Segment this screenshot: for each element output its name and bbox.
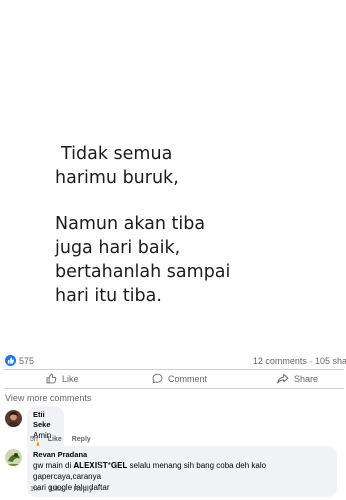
comment-meta: 5h Like Reply (30, 436, 99, 443)
post-actions: Like Comment Share (0, 370, 346, 388)
share-count[interactable]: 105 shar (315, 356, 346, 366)
comment-time: 5h (30, 436, 38, 443)
comment-time: 1m (30, 486, 40, 493)
quote-line: Namun akan tiba (55, 214, 206, 234)
comment-author[interactable]: Revan Pradana (33, 450, 331, 460)
comment-reply-link[interactable]: Reply (72, 436, 91, 443)
comment-author[interactable]: Etii Seke (33, 410, 58, 430)
comment-bubble-icon (152, 373, 163, 384)
quote-line: Tidak semua (61, 144, 173, 164)
stats-separator: · (309, 356, 313, 366)
quote-line: juga hari baik, (55, 238, 181, 258)
avatar[interactable] (5, 449, 22, 466)
comment-count[interactable]: 12 comments (253, 356, 307, 366)
comment-meta: 1m Like Reply (30, 486, 101, 493)
comment-button[interactable]: Comment (152, 373, 207, 384)
share-arrow-icon (277, 373, 289, 384)
comment-like-link[interactable]: Like (50, 486, 64, 493)
comment-reply-link[interactable]: Reply (74, 486, 93, 493)
like-reaction-icon[interactable] (5, 355, 16, 366)
quote-line: hari itu tiba. (55, 286, 162, 306)
share-label: Share (294, 373, 319, 384)
post-quote: Tidak semua harimu buruk, Namun akan tib… (55, 142, 230, 308)
reaction-stats: 575 12 comments · 105 shar (0, 352, 346, 370)
view-more-comments-link[interactable]: View more comments (5, 393, 91, 403)
like-count[interactable]: 575 (19, 356, 34, 366)
like-button[interactable]: Like (46, 373, 79, 384)
avatar[interactable] (5, 410, 22, 427)
divider (4, 388, 344, 389)
comment-like-link[interactable]: Like (48, 436, 62, 443)
thumbs-up-icon (46, 373, 57, 384)
quote-line: bertahanlah sampai (55, 262, 231, 282)
share-button[interactable]: Share (277, 373, 318, 384)
comment-text: gw main di 𝐀𝐋𝐄𝐗𝐈𝐒𝐓*𝐆𝐄𝐋 selalu menang sih… (33, 461, 267, 481)
post-image[interactable]: Tidak semua harimu buruk, Namun akan tib… (0, 0, 346, 350)
like-label: Like (62, 373, 79, 384)
comment-label: Comment (168, 373, 208, 384)
quote-line: harimu buruk, (55, 168, 179, 188)
